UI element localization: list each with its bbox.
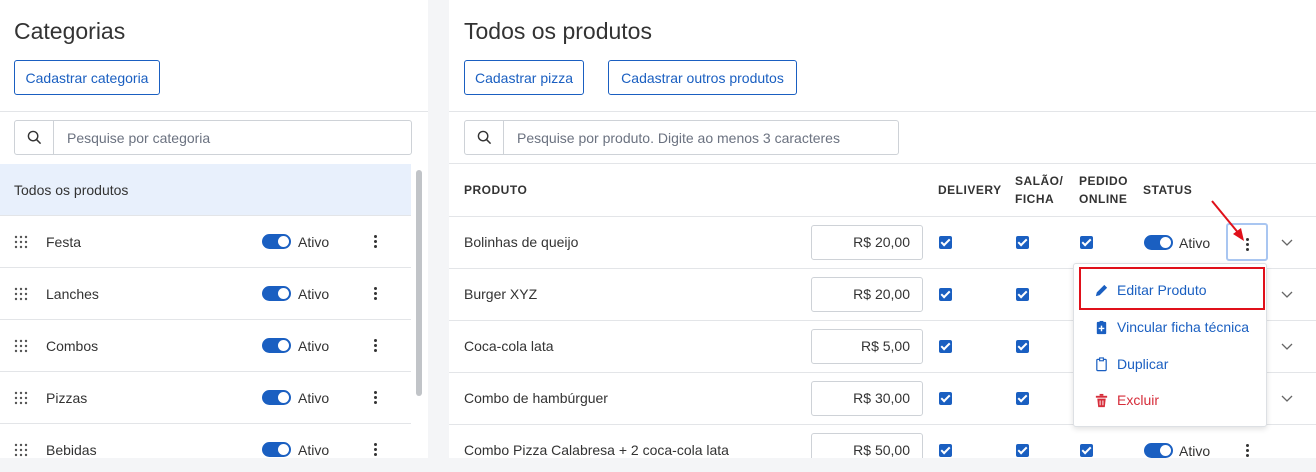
product-name: Burger XYZ: [464, 286, 538, 302]
product-name: Coca-cola lata: [464, 338, 554, 354]
categories-panel: Categorias Cadastrar categoria Todos os …: [0, 0, 428, 458]
chevron-down-icon[interactable]: [1281, 395, 1293, 403]
table-row: Bolinhas de queijo R$ 20,00 Ativo: [449, 216, 1316, 268]
add-pizza-button[interactable]: Cadastrar pizza: [464, 60, 584, 95]
clipboard-icon: [1096, 356, 1107, 371]
status-toggle[interactable]: [262, 338, 291, 353]
more-options-icon[interactable]: [373, 286, 377, 301]
product-name: Bolinhas de queijo: [464, 234, 579, 250]
add-other-products-button[interactable]: Cadastrar outros produtos: [608, 60, 797, 95]
clipboard-plus-icon: [1096, 320, 1107, 334]
status-label: Ativo: [298, 337, 330, 354]
drag-handle-icon[interactable]: [14, 287, 28, 301]
delivery-checkbox[interactable]: [939, 392, 952, 405]
category-name: Bebidas: [46, 441, 97, 458]
category-name: Pizzas: [46, 389, 88, 406]
online-checkbox[interactable]: [1080, 444, 1093, 457]
menu-item-duplicate[interactable]: Duplicar: [1094, 356, 1168, 372]
column-pedido-line1: PEDIDO: [1079, 174, 1129, 188]
product-search: [464, 120, 899, 155]
more-options-icon[interactable]: [373, 338, 377, 353]
salao-checkbox[interactable]: [1016, 444, 1029, 457]
category-row[interactable]: Bebidas Ativo: [0, 423, 411, 458]
price-input[interactable]: R$ 20,00: [811, 225, 923, 260]
status-toggle[interactable]: [1144, 443, 1173, 458]
price-input[interactable]: R$ 20,00: [811, 277, 923, 312]
status-toggle[interactable]: [262, 286, 291, 301]
product-name: Combo Pizza Calabresa + 2 coca-cola lata: [464, 442, 729, 458]
category-name: Festa: [46, 233, 82, 250]
drag-handle-icon[interactable]: [14, 235, 28, 249]
drag-handle-icon[interactable]: [14, 391, 28, 405]
trash-icon: [1095, 393, 1108, 407]
menu-item-link-sheet[interactable]: Vincular ficha técnica: [1094, 319, 1249, 335]
salao-checkbox[interactable]: [1016, 340, 1029, 353]
menu-item-delete-label: Excluir: [1117, 392, 1160, 408]
category-row[interactable]: Festa Ativo: [0, 215, 411, 267]
categories-title: Categorias: [14, 18, 126, 44]
menu-item-duplicate-label: Duplicar: [1117, 356, 1169, 372]
column-pedido-line2: ONLINE: [1079, 192, 1128, 206]
price-input[interactable]: R$ 5,00: [811, 329, 923, 364]
column-salao-line1: SALÃO/: [1015, 174, 1064, 188]
category-search: [14, 120, 412, 155]
add-category-button[interactable]: Cadastrar categoria: [14, 60, 160, 95]
status-toggle[interactable]: [1144, 235, 1173, 250]
more-options-icon[interactable]: [373, 442, 377, 457]
products-title: Todos os produtos: [464, 18, 652, 44]
scrollbar[interactable]: [416, 170, 422, 396]
category-row[interactable]: Combos Ativo: [0, 319, 411, 371]
category-row[interactable]: Pizzas Ativo: [0, 371, 411, 423]
status-toggle[interactable]: [262, 442, 291, 457]
delivery-checkbox[interactable]: [939, 236, 952, 249]
salao-checkbox[interactable]: [1016, 392, 1029, 405]
search-icon: [15, 121, 54, 154]
menu-item-link-sheet-label: Vincular ficha técnica: [1117, 319, 1250, 335]
delivery-checkbox[interactable]: [939, 340, 952, 353]
status-toggle[interactable]: [262, 234, 291, 249]
divider: [449, 111, 1316, 112]
column-product: PRODUTO: [464, 183, 528, 197]
salao-checkbox[interactable]: [1016, 236, 1029, 249]
price-input[interactable]: R$ 30,00: [811, 381, 923, 416]
divider: [0, 111, 428, 112]
category-name: Combos: [46, 337, 99, 354]
status-label: Ativo: [298, 285, 330, 302]
product-search-input[interactable]: [504, 129, 898, 146]
table-row: Combo Pizza Calabresa + 2 coca-cola lata…: [449, 424, 1316, 458]
chevron-down-icon[interactable]: [1281, 291, 1293, 299]
search-icon: [465, 121, 504, 154]
menu-item-delete[interactable]: Excluir: [1094, 392, 1159, 408]
status-toggle[interactable]: [262, 390, 291, 405]
status-label: Ativo: [298, 441, 330, 458]
salao-checkbox[interactable]: [1016, 288, 1029, 301]
divider: [449, 163, 1316, 164]
category-search-input[interactable]: [54, 129, 411, 146]
category-all-products[interactable]: Todos os produtos: [0, 164, 411, 215]
column-delivery: DELIVERY: [938, 183, 1002, 197]
price-input[interactable]: R$ 50,00: [811, 433, 923, 458]
delivery-checkbox[interactable]: [939, 288, 952, 301]
status-label: Ativo: [298, 233, 330, 250]
status-label: Ativo: [1179, 443, 1211, 458]
status-label: Ativo: [298, 389, 330, 406]
chevron-down-icon[interactable]: [1281, 343, 1293, 351]
category-row[interactable]: Lanches Ativo: [0, 267, 411, 319]
more-options-icon[interactable]: [1245, 444, 1249, 458]
product-name: Combo de hambúrguer: [464, 390, 608, 406]
annotation-highlight-box: [1079, 267, 1265, 310]
column-status: STATUS: [1143, 183, 1193, 197]
more-options-icon[interactable]: [373, 390, 377, 405]
column-salao-line2: FICHA: [1015, 192, 1055, 206]
delivery-checkbox[interactable]: [939, 444, 952, 457]
drag-handle-icon[interactable]: [14, 339, 28, 353]
online-checkbox[interactable]: [1080, 236, 1093, 249]
more-options-icon[interactable]: [373, 234, 377, 249]
annotation-arrow-icon: [1211, 200, 1244, 241]
category-name: Lanches: [46, 285, 99, 302]
category-all-products-label: Todos os produtos: [14, 181, 129, 198]
drag-handle-icon[interactable]: [14, 443, 28, 457]
chevron-down-icon[interactable]: [1281, 239, 1293, 247]
